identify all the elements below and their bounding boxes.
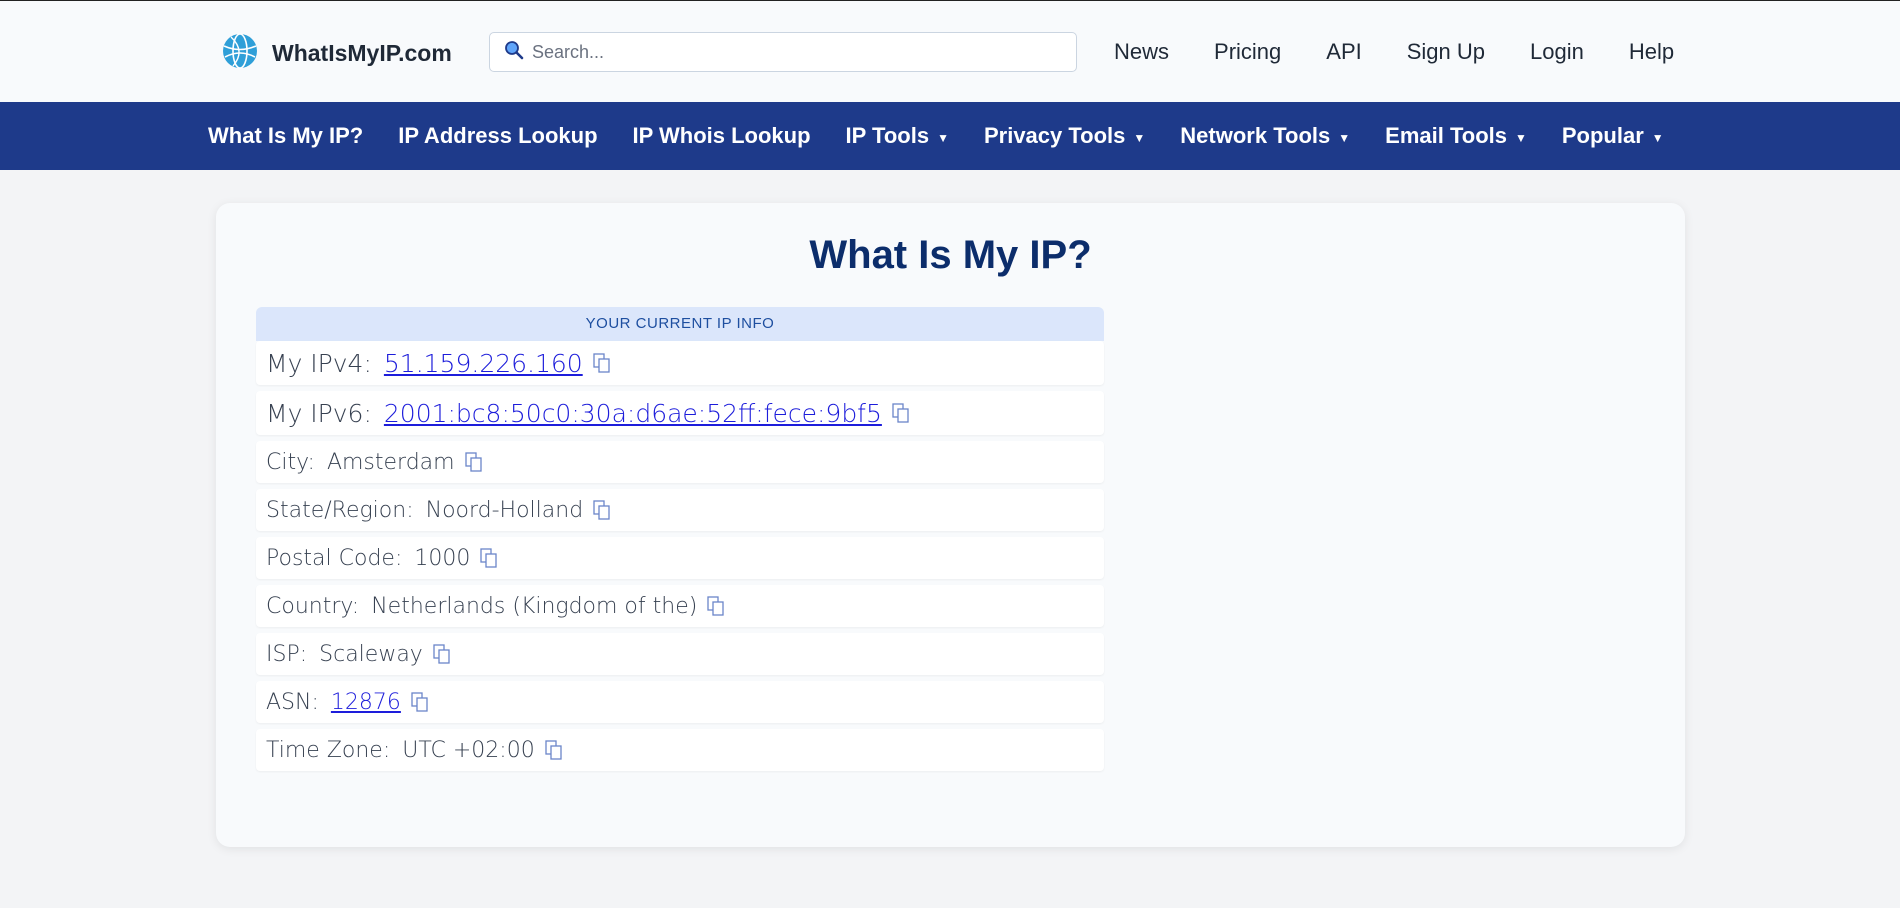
site-logo[interactable]: WhatIsMyIP.com bbox=[222, 33, 452, 74]
nav-email-tools[interactable]: Email Tools ▼ bbox=[1385, 123, 1527, 149]
time-zone-label: Time Zone: bbox=[266, 737, 391, 763]
caret-down-icon: ▼ bbox=[1651, 130, 1664, 145]
api-link[interactable]: API bbox=[1326, 39, 1361, 65]
isp-label: ISP: bbox=[266, 641, 308, 667]
nav-ip-whois-lookup[interactable]: IP Whois Lookup bbox=[633, 123, 811, 149]
isp-row: ISP: Scaleway bbox=[256, 633, 1104, 675]
pricing-link[interactable]: Pricing bbox=[1214, 39, 1281, 65]
copy-icon[interactable] bbox=[707, 596, 725, 616]
main-nav: What Is My IP? IP Address Lookup IP Whoi… bbox=[0, 102, 1900, 170]
asn-row: ASN: 12876 bbox=[256, 681, 1104, 723]
region-row: State/Region: Noord-Holland bbox=[256, 489, 1104, 531]
ip-info-header: YOUR CURRENT IP INFO bbox=[256, 307, 1104, 341]
city-label: City: bbox=[266, 449, 315, 475]
login-link[interactable]: Login bbox=[1530, 39, 1584, 65]
copy-icon[interactable] bbox=[433, 644, 451, 664]
copy-icon[interactable] bbox=[480, 548, 498, 568]
region-value: Noord-Holland bbox=[425, 497, 584, 523]
caret-down-icon: ▼ bbox=[1514, 130, 1527, 145]
country-value: Netherlands (Kingdom of the) bbox=[371, 593, 698, 619]
ipv6-row: My IPv6: 2001:bc8:50c0:30a:d6ae:52ff:fec… bbox=[256, 391, 1104, 435]
nav-ip-tools[interactable]: IP Tools ▼ bbox=[846, 123, 949, 149]
copy-icon[interactable] bbox=[593, 500, 611, 520]
postal-code-row: Postal Code: 1000 bbox=[256, 537, 1104, 579]
nav-popular[interactable]: Popular ▼ bbox=[1562, 123, 1664, 149]
globe-icon bbox=[222, 33, 258, 74]
ipv4-label: My IPv4: bbox=[266, 348, 372, 378]
search-icon bbox=[504, 40, 524, 65]
search-input[interactable] bbox=[532, 41, 1052, 63]
country-row: Country: Netherlands (Kingdom of the) bbox=[256, 585, 1104, 627]
page-title: What Is My IP? bbox=[809, 233, 1092, 277]
nav-network-tools[interactable]: Network Tools ▼ bbox=[1180, 123, 1350, 149]
logo-text: WhatIsMyIP.com bbox=[272, 40, 452, 66]
sign-up-link[interactable]: Sign Up bbox=[1407, 39, 1485, 65]
copy-icon[interactable] bbox=[411, 692, 429, 712]
copy-icon[interactable] bbox=[892, 403, 910, 423]
asn-value-link[interactable]: 12876 bbox=[331, 690, 401, 715]
nav-ip-address-lookup[interactable]: IP Address Lookup bbox=[398, 123, 597, 149]
ipv6-label: My IPv6: bbox=[266, 398, 372, 428]
postal-code-value: 1000 bbox=[414, 545, 471, 571]
asn-label: ASN: bbox=[266, 689, 319, 715]
help-link[interactable]: Help bbox=[1629, 39, 1674, 65]
caret-down-icon: ▼ bbox=[937, 130, 949, 145]
nav-what-is-my-ip[interactable]: What Is My IP? bbox=[208, 123, 363, 149]
postal-code-label: Postal Code: bbox=[266, 545, 403, 571]
caret-down-icon: ▼ bbox=[1133, 130, 1146, 145]
main-card: What Is My IP? YOUR CURRENT IP INFO My I… bbox=[216, 203, 1685, 847]
top-header: WhatIsMyIP.com News Pricing API Sign Up … bbox=[0, 0, 1900, 102]
country-label: Country: bbox=[266, 593, 360, 619]
time-zone-row: Time Zone: UTC +02:00 bbox=[256, 729, 1104, 771]
region-label: State/Region: bbox=[266, 497, 414, 523]
caret-down-icon: ▼ bbox=[1338, 130, 1351, 145]
copy-icon[interactable] bbox=[545, 740, 563, 760]
news-link[interactable]: News bbox=[1114, 39, 1169, 65]
top-links: News Pricing API Sign Up Login Help bbox=[1114, 39, 1719, 65]
isp-value: Scaleway bbox=[319, 641, 423, 667]
city-row: City: Amsterdam bbox=[256, 441, 1104, 483]
search-box[interactable] bbox=[489, 32, 1077, 72]
nav-privacy-tools[interactable]: Privacy Tools ▼ bbox=[984, 123, 1145, 149]
ipv4-row: My IPv4: 51.159.226.160 bbox=[256, 341, 1104, 385]
city-value: Amsterdam bbox=[326, 449, 455, 475]
copy-icon[interactable] bbox=[464, 452, 483, 472]
ipv4-value-link[interactable]: 51.159.226.160 bbox=[384, 349, 583, 378]
ipv6-value-link[interactable]: 2001:bc8:50c0:30a:d6ae:52ff:fece:9bf5 bbox=[384, 399, 882, 428]
time-zone-value: UTC +02:00 bbox=[402, 737, 535, 763]
ip-info-panel: YOUR CURRENT IP INFO My IPv4: 51.159.226… bbox=[256, 307, 1104, 777]
copy-icon[interactable] bbox=[593, 353, 611, 373]
